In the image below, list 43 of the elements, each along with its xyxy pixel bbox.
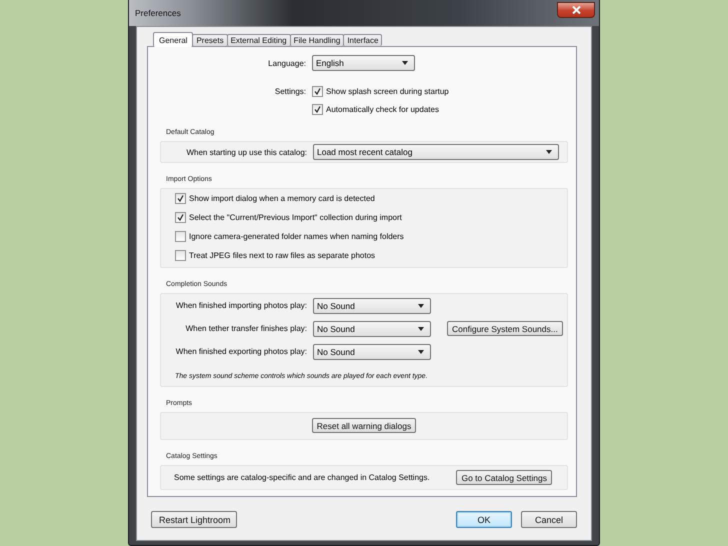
dropdown[interactable]: No Sound [313, 344, 431, 360]
tab[interactable]: Interface [343, 34, 382, 46]
caret-icon [418, 326, 424, 330]
tab[interactable]: File Handling [290, 34, 344, 46]
configure-sounds-button[interactable]: Configure System Sounds... [447, 321, 563, 336]
info-text: Some settings are catalog-specific and are changed in Catalog Settings. [174, 473, 430, 482]
checkbox[interactable] [175, 212, 186, 223]
checkbox[interactable] [312, 86, 323, 96]
close-button[interactable] [557, 2, 595, 18]
reset-dialogs-button[interactable]: Reset all warning dialogs [312, 418, 416, 433]
tab[interactable]: External Editing [226, 34, 291, 46]
catalog-settings-button[interactable]: Go to Catalog Settings [456, 470, 552, 485]
checkbox[interactable] [175, 250, 186, 261]
cancel-button[interactable]: Cancel [521, 511, 577, 528]
dropdown[interactable]: No Sound [313, 320, 431, 336]
tab[interactable]: Presets [192, 34, 228, 46]
window-title: Preferences [135, 8, 181, 18]
dropdown[interactable]: Load most recent catalog [313, 144, 559, 160]
checkbox-label: Treat JPEG files next to raw files as separate photos [189, 251, 376, 260]
checkbox-label: Show import dialog when a memory card is detected [189, 194, 375, 203]
checkbox-label: Show splash screen during startup [326, 86, 449, 96]
ok-button[interactable]: OK [456, 511, 512, 528]
caret-icon [418, 304, 424, 308]
checkbox[interactable] [312, 104, 323, 114]
checkbox-label: Select the "Current/Previous Import" collection during import [189, 213, 402, 222]
field-label: When tether transfer finishes play: [184, 324, 307, 333]
restart-button[interactable]: Restart Lightroom [151, 511, 237, 528]
checkbox[interactable] [175, 193, 186, 204]
caret-icon [418, 350, 424, 354]
close-icon [572, 6, 580, 14]
field-label: Language: [267, 58, 306, 68]
caret-icon [546, 150, 552, 154]
field-label: Settings: [274, 86, 306, 96]
tab[interactable]: General [153, 32, 194, 47]
checkbox-label: Ignore camera-generated folder names when naming folders [189, 232, 404, 241]
field-label: When starting up use this catalog: [185, 148, 307, 156]
dropdown[interactable]: No Sound [313, 298, 431, 314]
field-label: When finished exporting photos play: [174, 347, 307, 356]
checkbox[interactable] [175, 231, 186, 242]
dropdown[interactable]: English [312, 55, 415, 71]
checkbox-label: Automatically check for updates [326, 104, 439, 114]
caret-icon [402, 61, 408, 65]
field-label: When finished importing photos play: [174, 301, 307, 310]
